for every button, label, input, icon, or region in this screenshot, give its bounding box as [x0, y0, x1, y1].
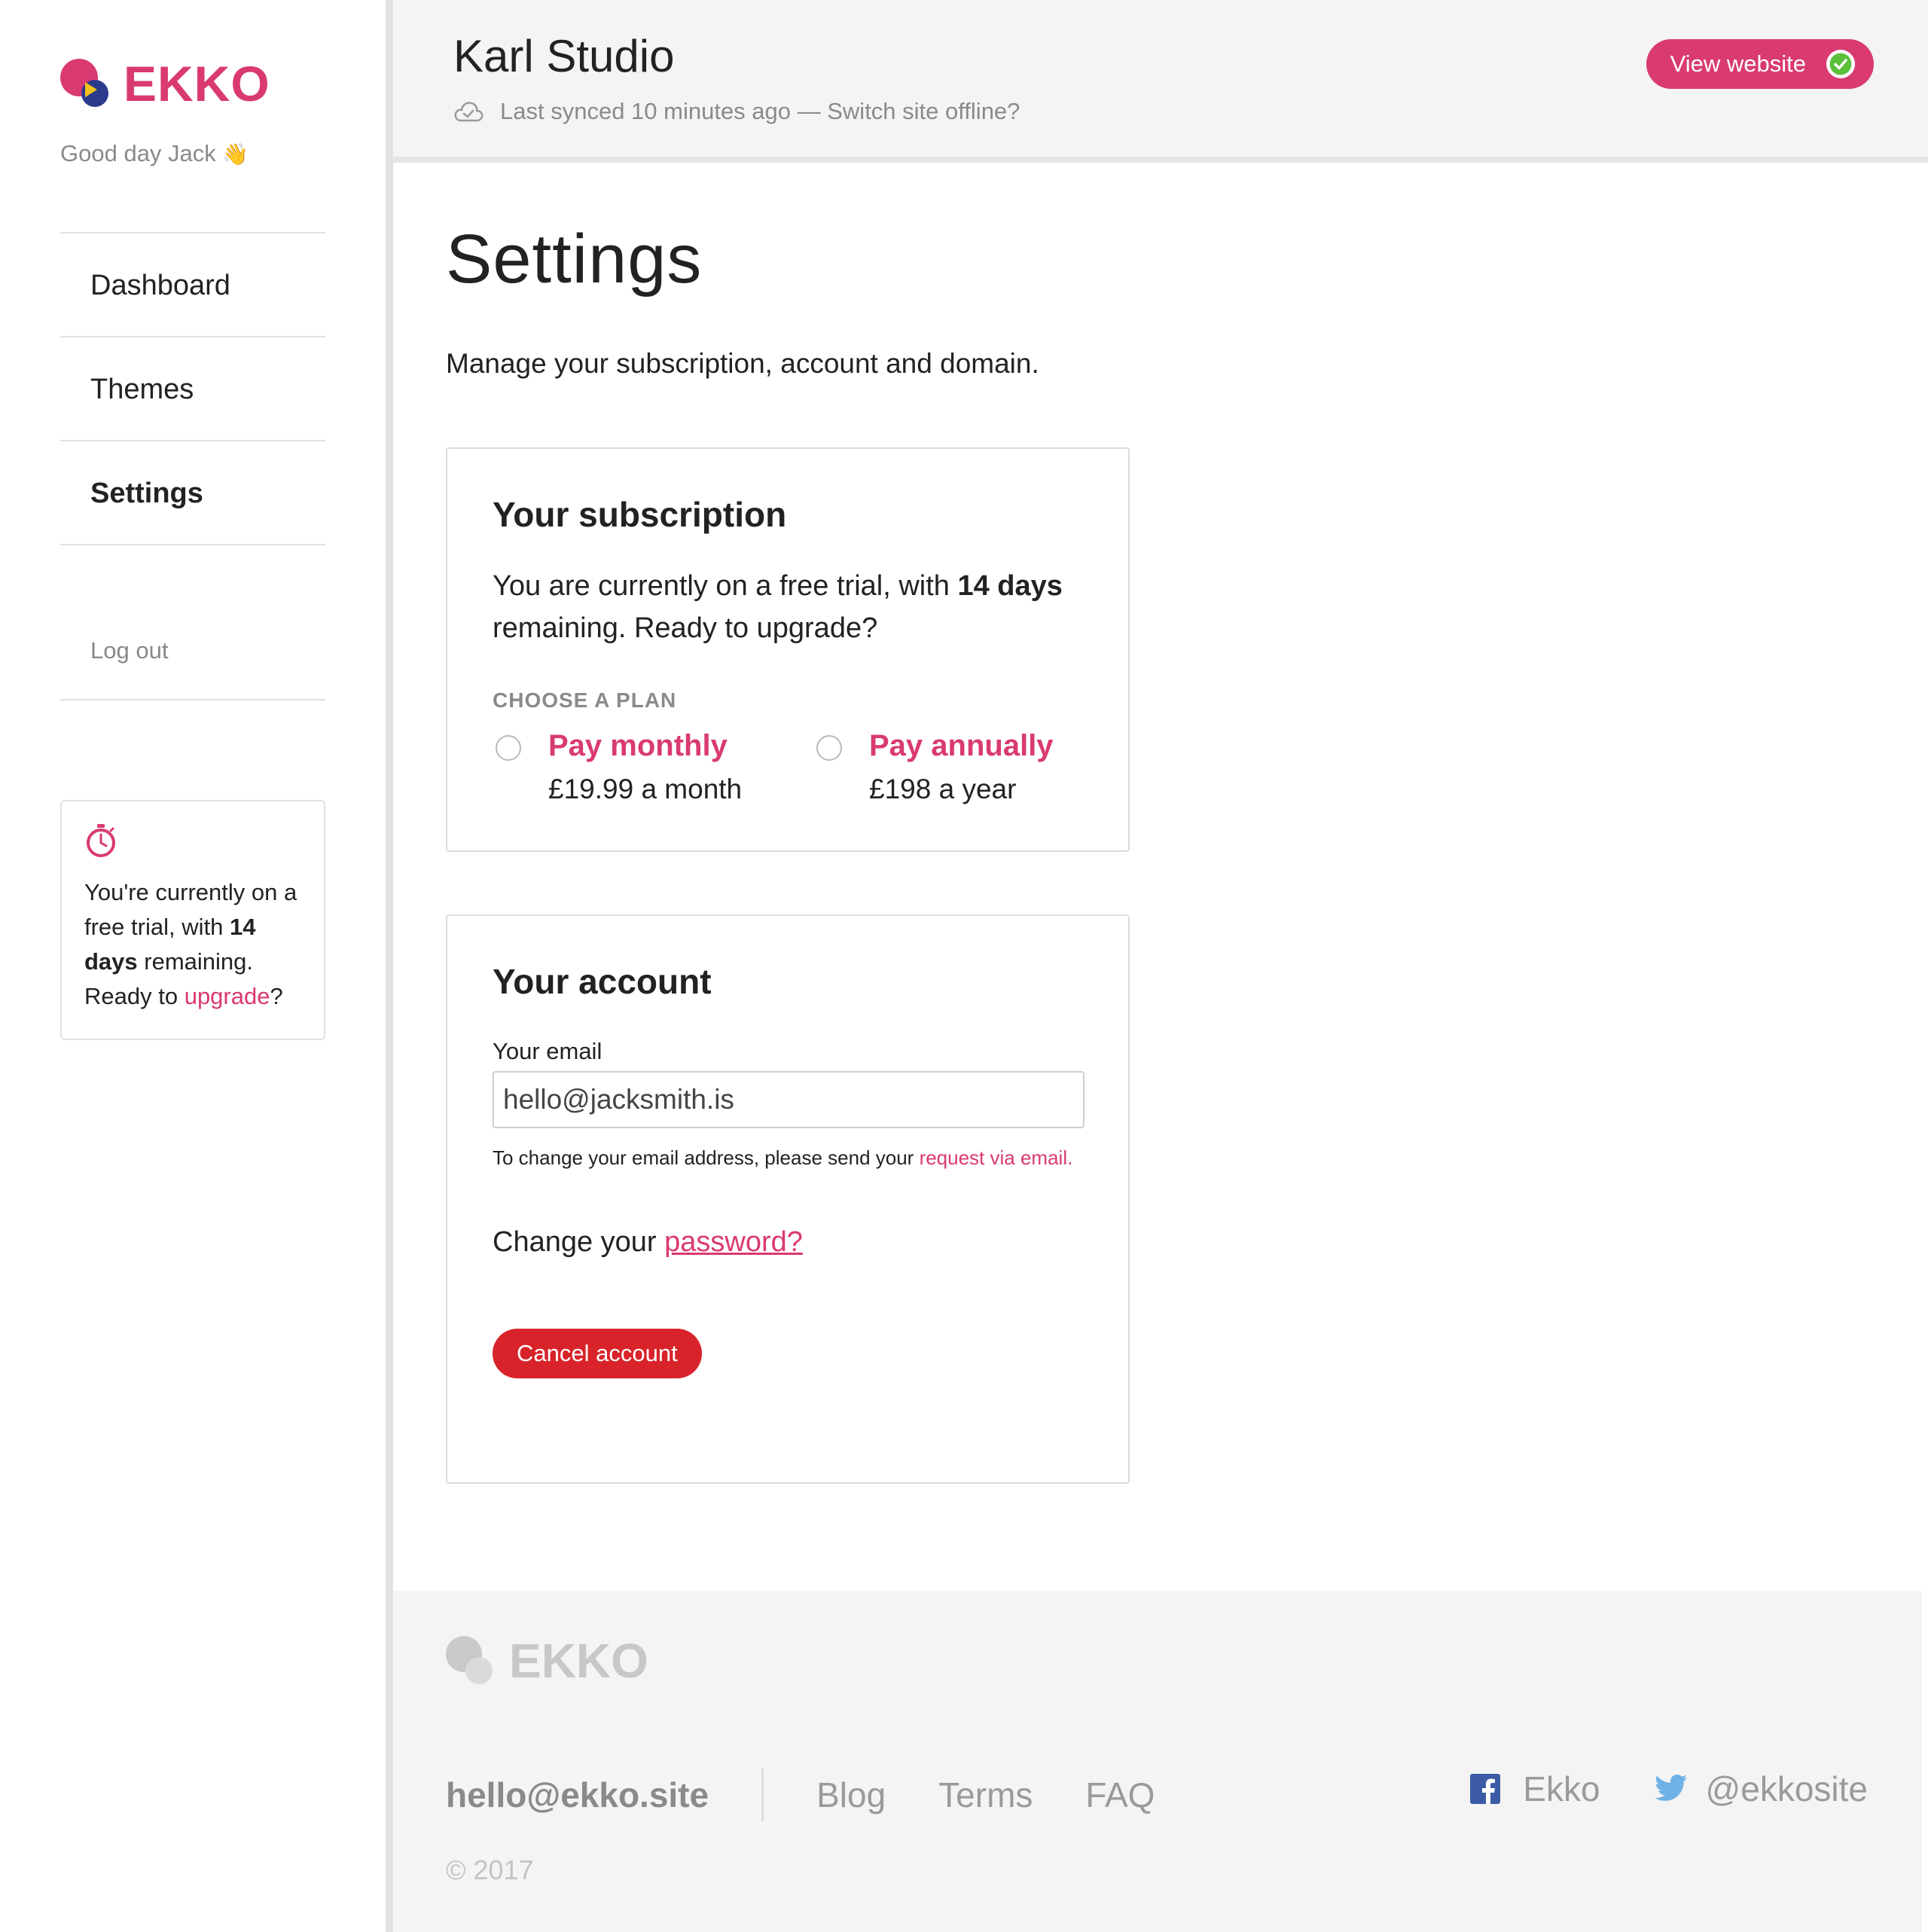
twitter-link[interactable]: @ekkosite: [1653, 1769, 1868, 1809]
plan-monthly[interactable]: Pay monthly £19.99 a month: [496, 725, 742, 812]
plan-annual-radio[interactable]: [816, 735, 842, 761]
page-title: Settings: [446, 221, 703, 298]
copyright: © 2017: [446, 1854, 534, 1885]
plan-monthly-radio[interactable]: [496, 735, 521, 761]
cancel-account-button[interactable]: Cancel account: [493, 1329, 702, 1378]
sidebar: EKKO Good day Jack 👋 Dashboard Themes Se…: [0, 0, 386, 1932]
footer-links: hello@ekko.site Blog Terms FAQ: [446, 1769, 1207, 1821]
choose-plan-label: CHOOSE A PLAN: [493, 688, 677, 712]
account-card: Your account Your email To change your e…: [446, 914, 1130, 1484]
subscription-title: Your subscription: [493, 495, 787, 534]
plan-monthly-price: £19.99 a month: [548, 774, 743, 804]
trial-text-after: ?: [270, 983, 283, 1009]
subscription-text: You are currently on a free trial, with …: [493, 565, 1080, 649]
cloud-sync-icon: [454, 102, 484, 122]
site-name: Karl Studio: [453, 31, 675, 81]
plan-annual-price: £198 a year: [869, 774, 1017, 804]
sidebar-nav: Dashboard Themes Settings: [60, 232, 325, 545]
app-page: EKKO Good day Jack 👋 Dashboard Themes Se…: [0, 0, 1928, 1932]
twitter-icon: [1654, 1775, 1687, 1801]
change-password-row: Change your password?: [493, 1226, 803, 1259]
request-via-email-link[interactable]: request via email.: [920, 1146, 1073, 1169]
ekko-logo-icon: [60, 57, 108, 110]
email-change-note: To change your email address, please sen…: [493, 1143, 1080, 1172]
facebook-icon: [1470, 1774, 1501, 1804]
plan-monthly-name: Pay monthly: [548, 729, 728, 762]
site-header: Karl Studio Last synced 10 minutes ago —…: [393, 0, 1928, 163]
plan-annual-name: Pay annually: [869, 729, 1054, 762]
sidebar-item-settings[interactable]: Settings: [60, 440, 325, 544]
footer-brand-name: EKKO: [509, 1634, 648, 1688]
change-password-link[interactable]: password?: [664, 1226, 803, 1258]
sidebar-item-themes[interactable]: Themes: [60, 336, 325, 440]
page-description: Manage your subscription, account and do…: [446, 348, 1039, 379]
waving-hand-icon: 👋: [222, 142, 249, 166]
email-label: Your email: [493, 1038, 602, 1064]
subscription-text-before: You are currently on a free trial, with: [493, 570, 958, 602]
sidebar-item-dashboard[interactable]: Dashboard: [60, 232, 325, 336]
greeting-text: Good day Jack: [60, 140, 216, 166]
site-footer: EKKO hello@ekko.site Blog Terms FAQ Ekko…: [393, 1591, 1922, 1932]
greeting: Good day Jack 👋: [60, 140, 249, 167]
subscription-days: 14 days: [957, 570, 1063, 602]
footer-email-link[interactable]: hello@ekko.site: [446, 1775, 709, 1815]
plan-annual[interactable]: Pay annually £198 a year: [816, 725, 1054, 812]
trial-message: You're currently on a free trial, with 1…: [84, 875, 301, 1014]
sidebar-divider: [386, 0, 393, 1932]
social-links: Ekko @ekkosite: [1470, 1769, 1868, 1809]
twitter-label: @ekkosite: [1705, 1769, 1868, 1808]
footer-link-faq[interactable]: FAQ: [1085, 1775, 1155, 1815]
change-password-text: Change your: [493, 1226, 665, 1258]
stopwatch-icon: [87, 824, 115, 857]
email-field[interactable]: [493, 1071, 1084, 1128]
subscription-card: Your subscription You are currently on a…: [446, 447, 1130, 852]
email-note-text: To change your email address, please sen…: [493, 1146, 920, 1169]
brand-name: EKKO: [124, 56, 270, 111]
sync-status: Last synced 10 minutes ago — Switch site…: [453, 98, 1020, 125]
sync-text[interactable]: Last synced 10 minutes ago — Switch site…: [500, 98, 1020, 125]
upgrade-link[interactable]: upgrade: [185, 983, 270, 1009]
subscription-text-after: remaining. Ready to upgrade?: [493, 612, 878, 644]
trial-card: You're currently on a free trial, with 1…: [60, 800, 325, 1040]
footer-link-terms[interactable]: Terms: [938, 1775, 1033, 1815]
account-title: Your account: [493, 962, 712, 1001]
logout-link[interactable]: Log out: [60, 604, 325, 700]
view-website-label: View website: [1670, 50, 1806, 77]
footer-logo-circle: [465, 1657, 493, 1684]
facebook-label: Ekko: [1523, 1769, 1600, 1808]
footer-divider: [761, 1769, 764, 1821]
view-website-button[interactable]: View website: [1646, 39, 1874, 89]
trial-text-before: You're currently on a free trial, with: [84, 879, 297, 940]
facebook-link[interactable]: Ekko: [1470, 1769, 1600, 1809]
footer-link-blog[interactable]: Blog: [816, 1775, 886, 1815]
check-circle-icon: [1826, 50, 1855, 78]
